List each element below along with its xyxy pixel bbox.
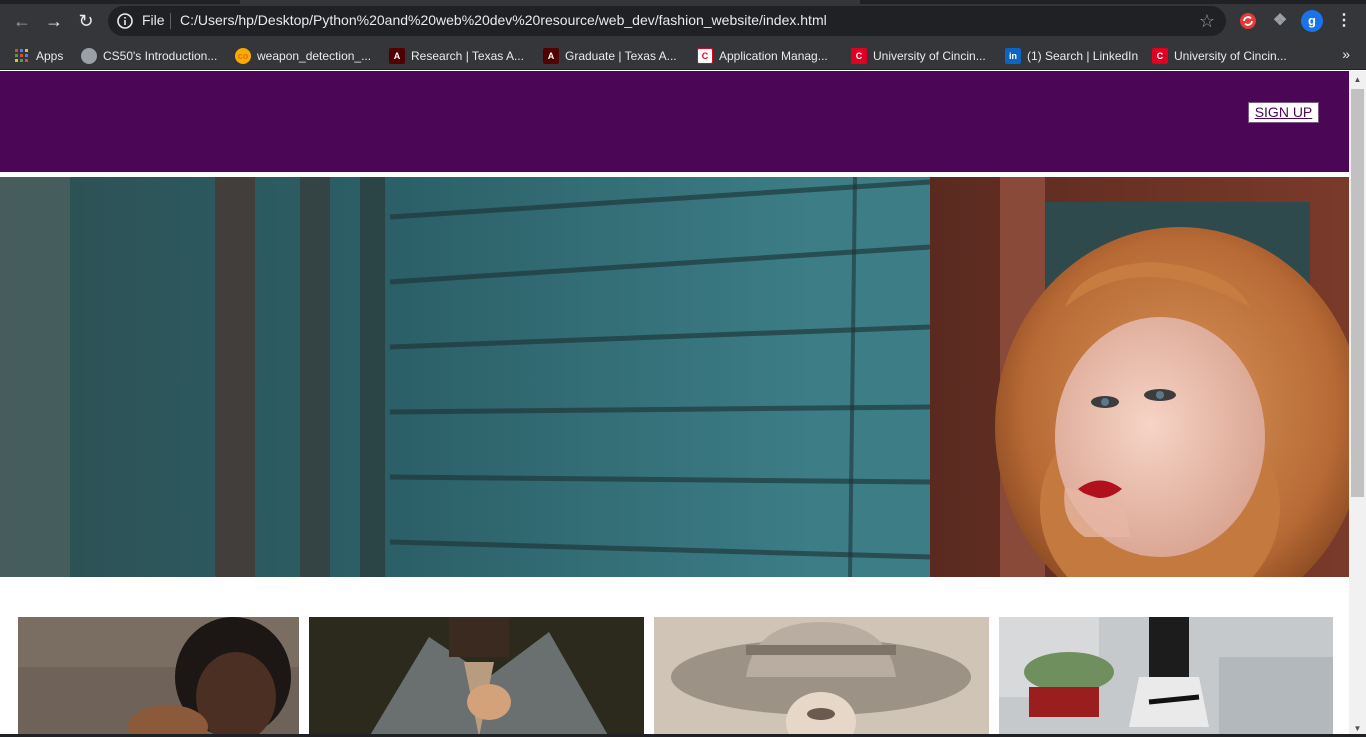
globe-icon	[81, 48, 97, 64]
scrollbar-thumb[interactable]	[1351, 89, 1364, 497]
bookmark-label: Research | Texas A...	[411, 49, 524, 63]
url-scheme: File	[142, 12, 165, 28]
bookmark-label: Graduate | Texas A...	[565, 49, 677, 63]
bookmark-star-icon[interactable]: ☆	[1196, 10, 1218, 32]
active-tab[interactable]	[240, 0, 860, 4]
menu-dots-icon[interactable]: ⋮	[1333, 10, 1355, 32]
site-header: SIGN UP	[0, 71, 1349, 172]
forward-icon[interactable]: →	[42, 9, 66, 33]
address-bar[interactable]: File C:/Users/hp/Desktop/Python%20and%20…	[108, 6, 1226, 36]
reload-icon[interactable]: ↻	[74, 9, 98, 33]
thumbnail-suit[interactable]	[309, 617, 644, 737]
more-bookmarks-icon[interactable]: »	[1342, 46, 1350, 62]
uc-icon: C	[1152, 48, 1168, 64]
bookmark-label: (1) Search | LinkedIn	[1027, 49, 1139, 63]
tamu-icon: A	[543, 48, 559, 64]
url-separator	[170, 13, 171, 29]
bookmark-weapon-detection[interactable]: co weapon_detection_...	[235, 47, 371, 65]
thumbnail-street[interactable]	[999, 617, 1333, 737]
bookmark-graduate-tamu[interactable]: A Graduate | Texas A...	[543, 47, 677, 65]
back-icon[interactable]: ←	[10, 9, 34, 33]
bookmark-label: Application Manag...	[719, 49, 828, 63]
thumbnail-hat[interactable]	[654, 617, 989, 737]
tab-strip	[0, 0, 1366, 4]
tamu-icon: A	[389, 48, 405, 64]
bookmark-apps[interactable]: Apps	[14, 47, 63, 65]
scroll-up-icon[interactable]: ▲	[1349, 71, 1366, 88]
bookmark-label: CS50's Introduction...	[103, 49, 218, 63]
uc-icon: C	[851, 48, 867, 64]
bookmark-linkedin[interactable]: in (1) Search | LinkedIn	[1005, 47, 1138, 65]
bookmark-application-manager[interactable]: C Application Manag...	[697, 47, 828, 65]
page-viewport: SIGN UP	[0, 71, 1349, 737]
info-icon[interactable]	[116, 12, 134, 30]
bookmark-uc-2[interactable]: C University of Cincin...	[1152, 47, 1287, 65]
bookmark-research-tamu[interactable]: A Research | Texas A...	[389, 47, 524, 65]
hero-photo	[0, 177, 1349, 577]
puzzle-icon[interactable]: ❖	[1269, 10, 1291, 32]
profile-avatar[interactable]: g	[1301, 10, 1323, 32]
vertical-scrollbar[interactable]: ▲ ▼	[1349, 71, 1366, 737]
bookmark-uc-1[interactable]: C University of Cincin...	[851, 47, 986, 65]
url-text[interactable]: C:/Users/hp/Desktop/Python%20and%20web%2…	[180, 12, 827, 28]
colab-icon: co	[235, 48, 251, 64]
extension-icon[interactable]	[1237, 10, 1259, 32]
thumbnail-couple[interactable]	[18, 617, 299, 737]
thumbnail-row	[0, 617, 1349, 737]
bookmarks-bar: Apps CS50's Introduction... co weapon_de…	[0, 42, 1366, 70]
bookmark-label: University of Cincin...	[873, 49, 986, 63]
signup-button[interactable]: SIGN UP	[1248, 102, 1319, 123]
uc-icon: C	[697, 48, 713, 64]
bookmark-label: Apps	[36, 49, 64, 63]
apps-grid-icon	[14, 48, 30, 64]
hero-image	[0, 177, 1349, 577]
browser-toolbar: ← → ↻ File C:/Users/hp/Desktop/Python%20…	[0, 0, 1366, 42]
bookmark-label: University of Cincin...	[1174, 49, 1287, 63]
bookmark-cs50[interactable]: CS50's Introduction...	[81, 47, 217, 65]
bookmark-label: weapon_detection_...	[257, 49, 372, 63]
linkedin-icon: in	[1005, 48, 1021, 64]
